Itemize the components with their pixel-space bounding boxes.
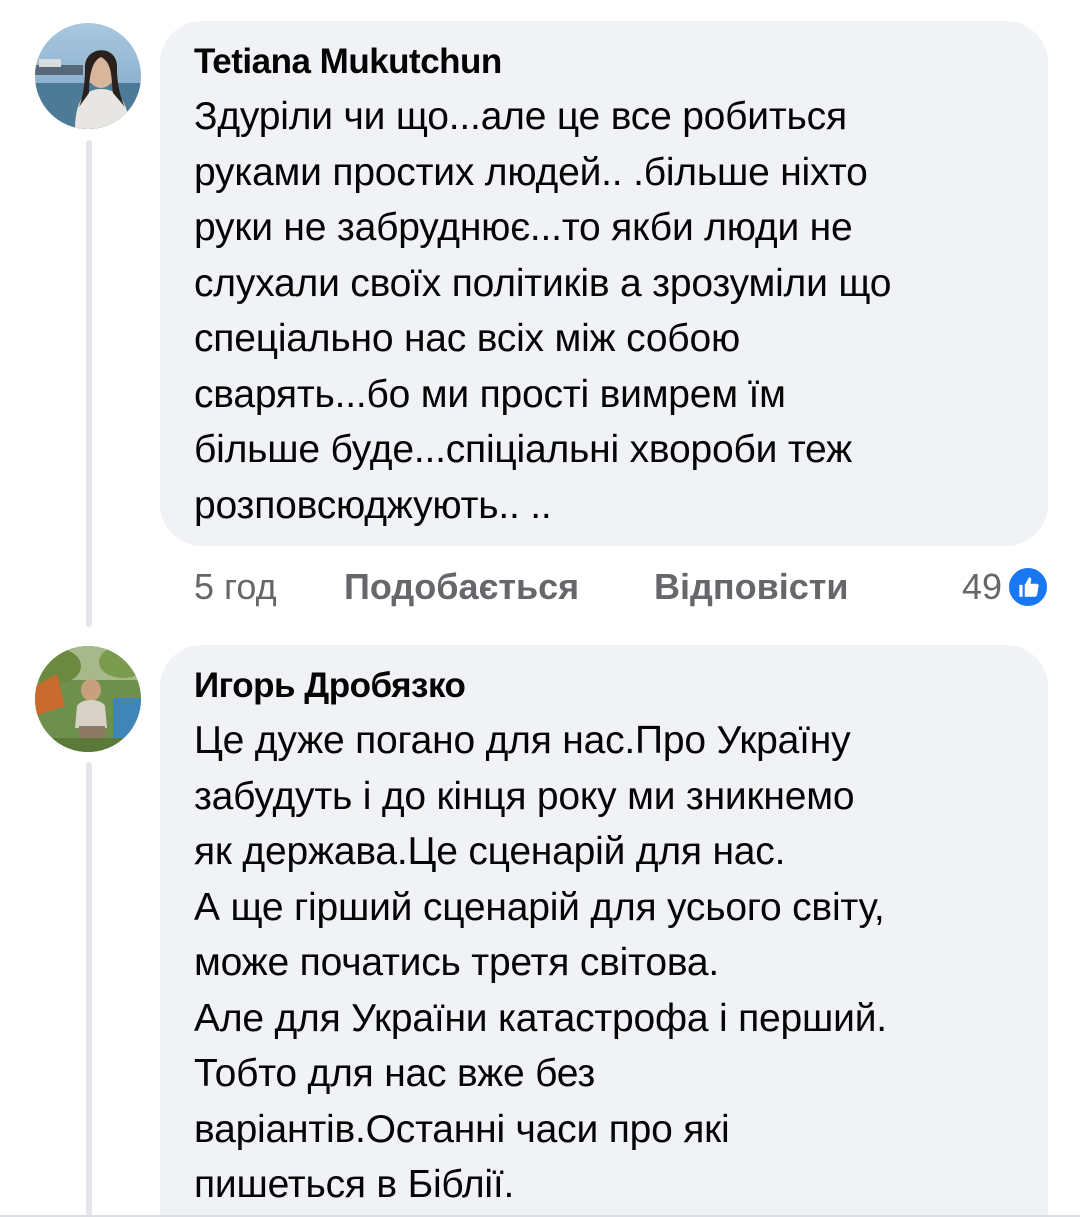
comment-bubble: Tetiana Mukutchun Здуріли чи що...але це… — [160, 21, 1048, 546]
reaction-summary[interactable]: 49 — [962, 565, 1050, 609]
reply-button[interactable]: Відповісти — [654, 566, 876, 608]
comment-actions: 5 год Подобається Відповісти 49 — [194, 563, 1050, 611]
like-button[interactable]: Подобається — [344, 566, 654, 608]
comment-text: Здуріли чи що...але це все робиться рука… — [194, 95, 892, 527]
comment-text: Це дуже погано для нас.Про Україну забуд… — [194, 719, 887, 1206]
thread-connector-line — [86, 762, 92, 1217]
reaction-count: 49 — [961, 566, 1002, 607]
thread-connector-line — [86, 140, 92, 627]
comment-timestamp[interactable]: 5 год — [194, 566, 344, 608]
comment-author[interactable]: Tetiana Mukutchun — [194, 41, 1018, 83]
profile-photo-icon — [35, 646, 141, 752]
avatar[interactable] — [35, 646, 141, 752]
comment-thread: Tetiana Mukutchun Здуріли чи що...але це… — [0, 0, 1080, 1217]
comment-bubble: Игорь Дробязко Це дуже погано для нас.Пр… — [160, 645, 1048, 1217]
profile-photo-icon — [35, 23, 141, 129]
like-thumb-icon — [1006, 565, 1050, 609]
comment-author[interactable]: Игорь Дробязко — [194, 665, 1018, 707]
avatar[interactable] — [35, 23, 141, 129]
